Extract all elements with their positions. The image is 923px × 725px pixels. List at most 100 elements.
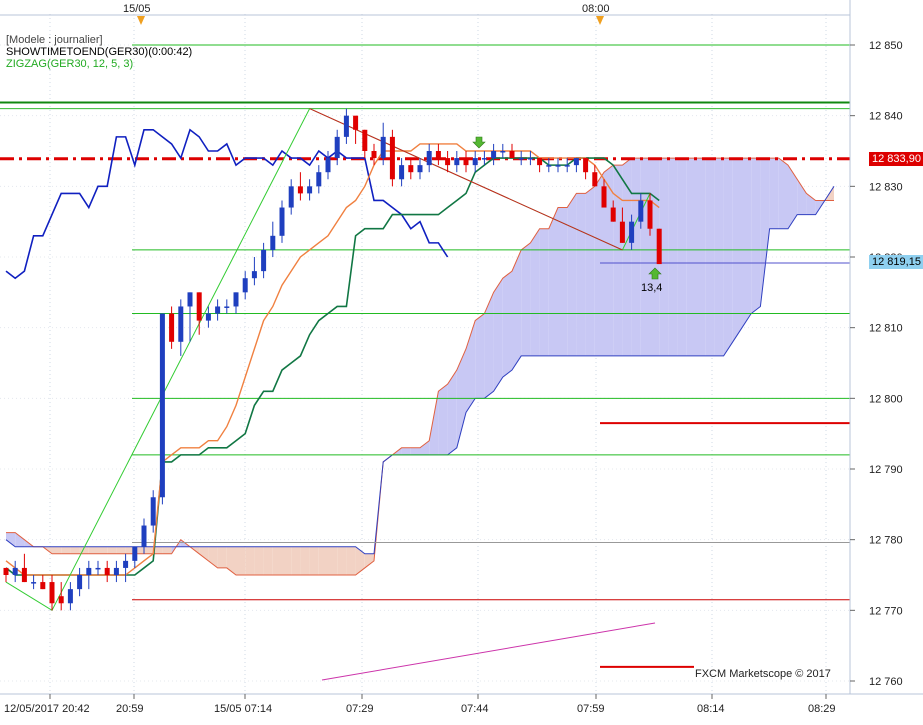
- candle-body: [546, 165, 552, 167]
- cloud-segment: [668, 158, 678, 356]
- watermark: FXCM Marketscope © 2017: [695, 668, 831, 680]
- candle-body: [463, 158, 469, 166]
- candle-body: [500, 151, 506, 153]
- zigzag-line: [5, 107, 651, 612]
- candle-body: [169, 313, 175, 342]
- candle-body: [233, 292, 239, 307]
- candle-body: [95, 567, 101, 570]
- candle-body: [573, 158, 579, 166]
- cloud-segment: [107, 546, 117, 554]
- candle-body: [21, 567, 27, 583]
- candle-body: [408, 165, 414, 173]
- annotation-label: 13,4: [641, 282, 663, 294]
- x-tick-label: 08:14: [697, 703, 725, 715]
- cloud-segment: [769, 158, 779, 229]
- candle-body: [12, 567, 18, 575]
- x-tick-label: 07:44: [461, 703, 489, 715]
- candle-body: [279, 207, 285, 236]
- cloud-segment: [797, 179, 807, 215]
- cloud-segment: [705, 158, 715, 356]
- candle-body: [610, 207, 616, 222]
- cloud-segment: [300, 546, 310, 575]
- cloud-segment: [631, 158, 641, 356]
- candle-body: [426, 151, 432, 166]
- cloud-segment: [686, 158, 696, 356]
- date-marker-icon: [137, 16, 145, 25]
- candle-body: [472, 158, 478, 166]
- candle-body: [86, 567, 92, 575]
- x-tick-label: 15/05 07:14: [214, 703, 272, 715]
- candle-body: [123, 560, 129, 568]
- candle-body: [215, 306, 221, 314]
- cloud-segment: [263, 546, 273, 575]
- cloud-segment: [272, 546, 282, 575]
- candle-body: [31, 582, 37, 584]
- cloud-segment: [236, 546, 246, 575]
- candle-body: [205, 313, 211, 321]
- candle-body: [150, 497, 156, 526]
- cloud-segment: [502, 271, 512, 378]
- candle-body: [445, 158, 451, 166]
- cloud-segment: [144, 546, 154, 554]
- candle-body: [3, 567, 9, 575]
- cloud-segment: [346, 546, 356, 575]
- candle-body: [583, 158, 589, 173]
- cloud-segment: [328, 546, 338, 575]
- cloud-segment: [530, 228, 540, 356]
- cloud-segment: [585, 186, 595, 356]
- ichimoku-cloud: [5, 157, 835, 576]
- cloud-segment: [640, 158, 650, 356]
- cloud-segment: [548, 207, 558, 356]
- candle-body: [334, 136, 340, 159]
- candle-body: [481, 158, 487, 160]
- x-tick-label: 07:29: [346, 703, 374, 715]
- cloud-segment: [309, 546, 319, 575]
- cloud-segment: [364, 553, 374, 568]
- cloud-segment: [337, 546, 347, 575]
- date-marker-icon: [596, 16, 604, 25]
- candle-body: [242, 278, 248, 293]
- candle-body: [178, 306, 184, 342]
- cloud-segment: [291, 546, 301, 575]
- candle-body: [132, 546, 138, 561]
- candle-body: [601, 186, 607, 208]
- cloud-segment: [677, 158, 687, 356]
- x-tick-label: 07:59: [577, 703, 605, 715]
- cloud-segment: [70, 546, 80, 554]
- cloud-segment: [355, 546, 365, 575]
- y-tick-label: 12 790: [869, 464, 903, 476]
- x-tick-label: 20:59: [116, 703, 144, 715]
- chart-area[interactable]: 12 85012 84012 83012 82012 81012 80012 7…: [0, 0, 923, 720]
- candle-body: [343, 115, 349, 137]
- candle-body: [77, 575, 83, 590]
- y-tick-label: 12 770: [869, 605, 903, 617]
- candle-body: [187, 292, 193, 307]
- y-tick-label: 12 800: [869, 393, 903, 405]
- last-price-tag: 12 819,15: [869, 255, 923, 269]
- candle-body: [316, 172, 322, 187]
- trend-line-magenta: [321, 622, 656, 681]
- candlestick-chart[interactable]: 12 85012 84012 83012 82012 81012 80012 7…: [0, 0, 923, 720]
- candle-body: [619, 221, 625, 243]
- cloud-segment: [521, 242, 531, 356]
- cloud-segment: [6, 532, 16, 547]
- candle-body: [251, 271, 257, 279]
- cloud-segment: [61, 546, 71, 554]
- cloud-segment: [217, 546, 227, 568]
- cloud-segment: [723, 158, 733, 356]
- cloud-segment: [760, 158, 770, 307]
- candle-body: [509, 151, 515, 159]
- candle-body: [592, 172, 598, 187]
- candle-body: [555, 165, 561, 167]
- cloud-segment: [401, 447, 411, 455]
- y-tick-label: 12 830: [869, 181, 903, 193]
- cloud-segment: [162, 546, 172, 554]
- candle-body: [629, 221, 635, 243]
- candle-body: [325, 158, 331, 173]
- candle-body: [454, 158, 460, 166]
- x-tick-label: 08:29: [808, 703, 836, 715]
- candle-body: [380, 136, 386, 159]
- candle-body: [656, 228, 662, 265]
- cloud-segment: [558, 207, 568, 356]
- cloud-segment: [788, 165, 798, 229]
